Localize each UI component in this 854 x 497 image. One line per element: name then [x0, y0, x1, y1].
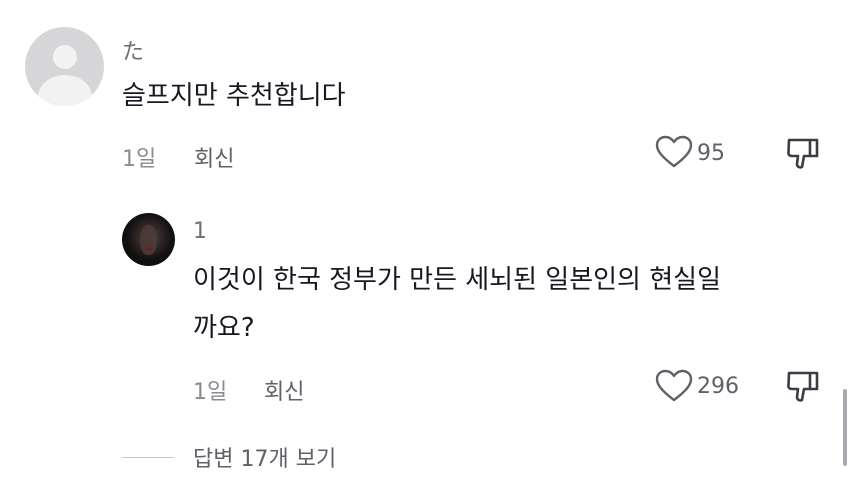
thumbs-down-icon [787, 138, 819, 169]
reply-text-line1: 이것이 한국 정부가 만든 세뇌된 일본인의 현실일 [193, 265, 721, 295]
reply-reply-button[interactable]: 회신 [264, 374, 304, 406]
like-count: 95 [697, 141, 725, 166]
thumbs-down-icon [787, 371, 819, 402]
reply-like-count: 296 [697, 374, 739, 399]
dislike-button[interactable] [784, 136, 820, 172]
comment-text: 슬프지만 추천합니다 [122, 81, 346, 111]
reply-button[interactable]: 회신 [194, 141, 234, 173]
view-replies-button[interactable]: 답변 17개 보기 [193, 441, 336, 473]
default-avatar-icon [53, 45, 77, 69]
comment-username[interactable]: た [122, 34, 144, 66]
heart-outline-icon [655, 369, 693, 402]
reply-dislike-button[interactable] [784, 369, 820, 405]
avatar[interactable] [25, 27, 104, 106]
reply-time: 1일 [193, 380, 228, 405]
scrollbar[interactable] [843, 389, 847, 466]
comment-time: 1일 [122, 147, 157, 172]
reply-text-line2: 까요? [193, 313, 255, 343]
heart-outline-icon [655, 135, 693, 168]
user-avatar[interactable] [122, 213, 175, 266]
divider [122, 457, 174, 458]
like-button[interactable] [655, 135, 693, 169]
reply-like-button[interactable] [655, 369, 693, 403]
reply-username[interactable]: 1 [193, 219, 207, 244]
